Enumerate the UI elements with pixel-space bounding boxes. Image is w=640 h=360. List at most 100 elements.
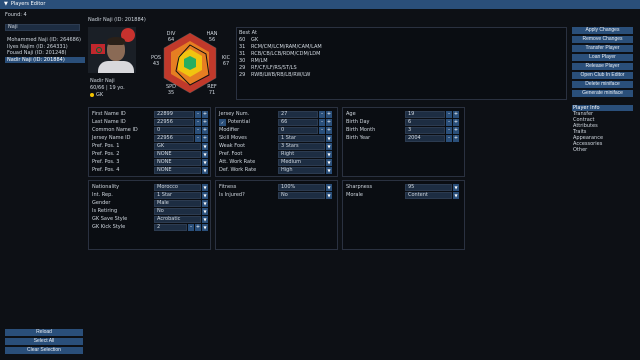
increment-button[interactable]: + (202, 127, 208, 134)
chevron-down-icon[interactable]: ▼ (202, 167, 208, 174)
collapse-icon[interactable]: ▼ (4, 1, 8, 7)
decrement-button[interactable]: - (188, 224, 194, 231)
chevron-down-icon[interactable]: ▼ (326, 151, 332, 158)
chevron-down-icon[interactable]: ▼ (202, 143, 208, 150)
potential-field[interactable]: 66 (278, 119, 318, 126)
increment-button[interactable]: + (202, 135, 208, 142)
increment-button[interactable]: + (202, 111, 208, 118)
chevron-down-icon[interactable]: ▼ (202, 151, 208, 158)
best-at-row: 31 RCB/CB/LCB/RDM/CDM/LDM (239, 51, 321, 57)
chevron-down-icon[interactable]: ▼ (202, 159, 208, 166)
search-input[interactable]: Naji (5, 24, 80, 31)
morale-select[interactable]: Content (405, 192, 452, 199)
decrement-button[interactable]: - (319, 111, 325, 118)
remove-changes-button[interactable]: Remove Changes (572, 36, 633, 43)
age-field[interactable]: 19 (405, 111, 445, 118)
is-retiring-select[interactable]: No (154, 208, 201, 215)
chevron-down-icon[interactable]: ▼ (202, 224, 208, 231)
release-player-button[interactable]: Release Player (572, 63, 633, 70)
increment-button[interactable]: + (453, 135, 459, 142)
select-all-button[interactable]: Select All (5, 338, 83, 345)
chevron-down-icon[interactable]: ▼ (326, 135, 332, 142)
pref-foot-select[interactable]: Right (278, 151, 325, 158)
birth-month-field[interactable]: 3 (405, 127, 445, 134)
common-name-id-field[interactable]: 0 (154, 127, 194, 134)
birth-day-field[interactable]: 6 (405, 119, 445, 126)
best-at-row: 29 RWB/LWB/RB/LB/RW/LW (239, 72, 311, 78)
chevron-down-icon[interactable]: ▼ (453, 192, 459, 199)
chevron-down-icon[interactable]: ▼ (202, 200, 208, 207)
increment-button[interactable]: + (326, 127, 332, 134)
potential-row: ✓ Potential 66- + (219, 119, 332, 126)
gk-kick-style-field[interactable]: 2 (154, 224, 187, 231)
attribute-radar: DIV 64 HAN 56 KIC 67 REF 71 SPD 35 POS 43 (151, 28, 230, 98)
pref-pos-2-select[interactable]: NONE (154, 151, 201, 158)
increment-button[interactable]: + (195, 224, 201, 231)
clear-selection-button[interactable]: Clear Selection (5, 347, 83, 354)
weak-foot-select[interactable]: 3 Stars (278, 143, 325, 150)
birth-day-row: Birth Day 6- + (346, 119, 459, 126)
decrement-button[interactable]: - (195, 111, 201, 118)
jersey-name-id-field[interactable]: 22956 (154, 135, 194, 142)
player-card: Nadir Naji 60/66 | 19 yo. GK (88, 25, 138, 111)
player-list-item[interactable]: Mohammed Naji (ID: 264686) (5, 37, 85, 44)
first-name-id-field[interactable]: 22899 (154, 111, 194, 118)
loan-player-button[interactable]: Loan Player (572, 54, 633, 61)
decrement-button[interactable]: - (446, 135, 452, 142)
potential-lock-checkbox[interactable]: ✓ (219, 119, 226, 126)
chevron-down-icon[interactable]: ▼ (202, 184, 208, 191)
increment-button[interactable]: + (453, 119, 459, 126)
apply-changes-button[interactable]: Apply Changes (572, 27, 633, 34)
tab-other[interactable]: Other (572, 147, 633, 153)
decrement-button[interactable]: - (195, 135, 201, 142)
transfer-player-button[interactable]: Transfer Player (572, 45, 633, 52)
pref-pos-4-row: Pref. Pos. 4 NONE ▼ (92, 167, 208, 174)
chevron-down-icon[interactable]: ▼ (326, 159, 332, 166)
increment-button[interactable]: + (453, 111, 459, 118)
chevron-down-icon[interactable]: ▼ (326, 167, 332, 174)
increment-button[interactable]: + (326, 111, 332, 118)
skills-panel: Jersey Num. 27- + ✓ Potential 66- + Modifier 0… (215, 107, 338, 177)
decrement-button[interactable]: - (195, 119, 201, 126)
is-injured-select[interactable]: No (278, 192, 325, 199)
skill-moves-select[interactable]: 1 Star (278, 135, 325, 142)
reload-button[interactable]: Reload (5, 329, 83, 336)
chevron-down-icon[interactable]: ▼ (326, 192, 332, 199)
decrement-button[interactable]: - (446, 119, 452, 126)
decrement-button[interactable]: - (446, 111, 452, 118)
chevron-down-icon[interactable]: ▼ (326, 143, 332, 150)
increment-button[interactable]: + (453, 127, 459, 134)
modifier-row: Modifier 0- + (219, 127, 332, 134)
gender-select[interactable]: Male (154, 200, 201, 207)
birth-year-field[interactable]: 2004 (405, 135, 445, 142)
editor-tabs: Player Info Transfer Contract Attributes… (572, 105, 633, 153)
fitness-select[interactable]: 100% (278, 184, 325, 191)
decrement-button[interactable]: - (319, 127, 325, 134)
chevron-down-icon[interactable]: ▼ (202, 192, 208, 199)
int-rep-select[interactable]: 1 Star (154, 192, 201, 199)
increment-button[interactable]: + (202, 119, 208, 126)
jersey-num-field[interactable]: 27 (278, 111, 318, 118)
pref-pos-4-select[interactable]: NONE (154, 167, 201, 174)
delete-miniface-button[interactable]: Delete miniface (572, 81, 633, 88)
chevron-down-icon[interactable]: ▼ (202, 216, 208, 223)
modifier-field[interactable]: 0 (278, 127, 318, 134)
chevron-down-icon[interactable]: ▼ (202, 208, 208, 215)
decrement-button[interactable]: - (319, 119, 325, 126)
player-list-item-selected[interactable]: Nadir Naji (ID: 201884) (5, 56, 85, 63)
chevron-down-icon[interactable]: ▼ (326, 184, 332, 191)
pref-pos-1-select[interactable]: GK (154, 143, 201, 150)
att-work-rate-select[interactable]: Medium (278, 159, 325, 166)
sharpness-select[interactable]: 95 (405, 184, 452, 191)
gk-save-style-select[interactable]: Acrobatic (154, 216, 201, 223)
def-work-rate-select[interactable]: High (278, 167, 325, 174)
pref-pos-3-select[interactable]: NONE (154, 159, 201, 166)
generate-miniface-button[interactable]: Generate miniface (572, 90, 633, 97)
increment-button[interactable]: + (326, 119, 332, 126)
decrement-button[interactable]: - (446, 127, 452, 134)
open-club-button[interactable]: Open Club In Editor (572, 72, 633, 79)
decrement-button[interactable]: - (195, 127, 201, 134)
chevron-down-icon[interactable]: ▼ (453, 184, 459, 191)
last-name-id-field[interactable]: 22956 (154, 119, 194, 126)
nationality-select[interactable]: Morocco (154, 184, 201, 191)
